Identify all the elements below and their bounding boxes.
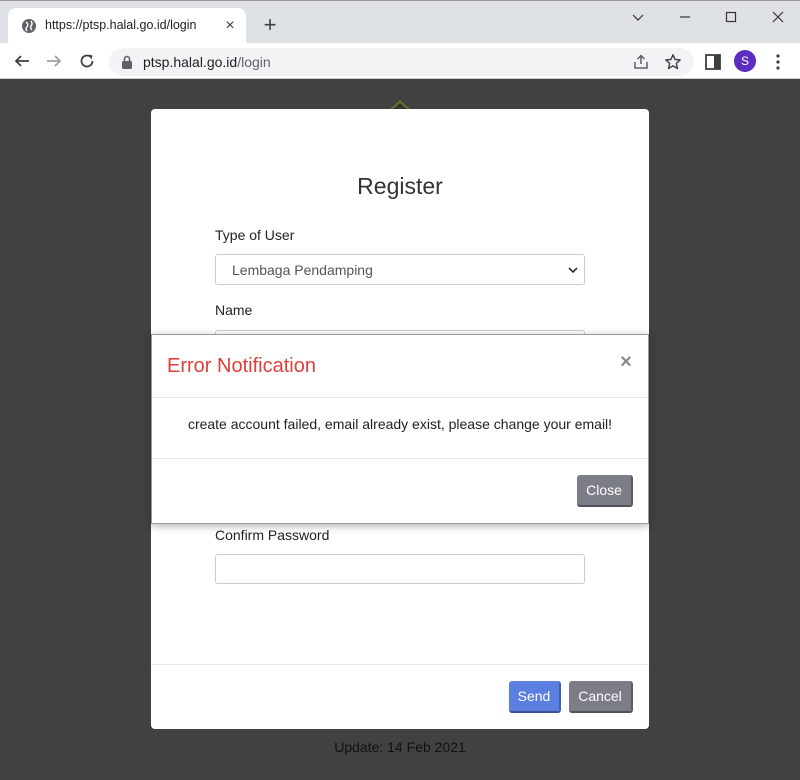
chevron-down-icon (568, 267, 578, 274)
error-notification-modal: Error Notification × create account fail… (151, 334, 649, 524)
chevron-down-icon[interactable] (614, 5, 660, 31)
confirm-password-label: Confirm Password (215, 527, 330, 543)
error-title: Error Notification (167, 355, 316, 377)
tab-title: https://ptsp.halal.go.id/login (45, 18, 197, 32)
type-of-user-value: Lembaga Pendamping (232, 262, 373, 278)
url-text: ptsp.halal.go.id/login (143, 54, 271, 70)
send-button[interactable]: Send (509, 681, 561, 713)
profile-avatar[interactable]: S (734, 50, 756, 72)
modal-footer-divider (151, 664, 649, 665)
confirm-password-field[interactable] (215, 554, 585, 584)
close-icon[interactable]: × (618, 352, 634, 372)
address-bar[interactable]: ptsp.halal.go.id/login (109, 48, 694, 76)
update-date-text: Update: 14 Feb 2021 (334, 739, 466, 755)
type-of-user-select[interactable]: Lembaga Pendamping (215, 254, 585, 285)
forward-arrow-icon[interactable] (42, 49, 66, 73)
side-panel-icon[interactable] (703, 52, 723, 72)
browser-toolbar: ptsp.halal.go.id/login S (0, 43, 800, 79)
globe-icon (22, 19, 36, 33)
close-button[interactable]: Close (577, 475, 633, 507)
cancel-button[interactable]: Cancel (569, 681, 633, 713)
back-arrow-icon[interactable] (10, 49, 34, 73)
divider (152, 397, 648, 398)
lock-icon[interactable] (121, 55, 133, 69)
share-icon[interactable] (632, 53, 650, 71)
browser-tab-strip: https://ptsp.halal.go.id/login × + (0, 0, 800, 44)
reload-icon[interactable] (75, 49, 99, 73)
plus-icon[interactable]: + (258, 13, 282, 37)
more-vert-icon[interactable] (768, 52, 788, 72)
type-of-user-label: Type of User (215, 227, 295, 243)
minimize-icon[interactable] (661, 5, 707, 31)
divider (152, 458, 648, 459)
error-message: create account failed, email already exi… (187, 416, 613, 432)
star-icon[interactable] (664, 53, 682, 71)
url-path: /login (237, 54, 271, 70)
maximize-icon[interactable] (707, 5, 753, 31)
page-title: Register (357, 173, 443, 199)
name-label: Name (215, 302, 253, 318)
window-close-icon[interactable] (754, 5, 800, 31)
browser-tab[interactable]: https://ptsp.halal.go.id/login × (8, 8, 246, 44)
close-icon[interactable]: × (222, 18, 238, 34)
url-host: ptsp.halal.go.id (143, 54, 238, 70)
